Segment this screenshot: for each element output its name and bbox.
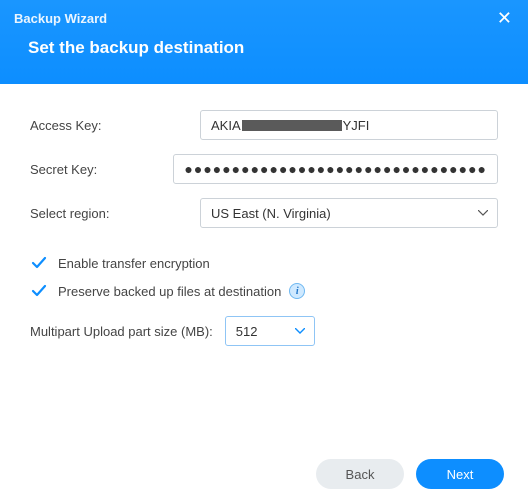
dialog-body: Access Key: AKIA YJFI Secret Key: ●●●●●●●…: [0, 84, 528, 346]
multipart-row: Multipart Upload part size (MB): 512: [30, 316, 498, 346]
access-key-suffix: YJFI: [343, 118, 370, 133]
preserve-label: Preserve backed up files at destination: [58, 284, 281, 299]
preserve-option-row: Preserve backed up files at destination …: [30, 282, 498, 300]
multipart-value: 512: [236, 324, 258, 339]
info-icon[interactable]: i: [289, 283, 305, 299]
check-icon: [31, 255, 47, 271]
region-value: US East (N. Virginia): [211, 206, 331, 221]
encrypt-checkbox[interactable]: [30, 254, 48, 272]
step-title: Set the backup destination: [0, 28, 528, 58]
close-icon[interactable]: ✕: [493, 7, 516, 29]
region-label: Select region:: [30, 206, 200, 221]
region-row: Select region: US East (N. Virginia): [30, 198, 498, 228]
secret-key-value: ●●●●●●●●●●●●●●●●●●●●●●●●●●●●●●●●: [184, 161, 487, 177]
access-key-row: Access Key: AKIA YJFI: [30, 110, 498, 140]
access-key-label: Access Key:: [30, 118, 200, 133]
multipart-label: Multipart Upload part size (MB):: [30, 324, 213, 339]
encrypt-option-row: Enable transfer encryption: [30, 254, 498, 272]
secret-key-input[interactable]: ●●●●●●●●●●●●●●●●●●●●●●●●●●●●●●●●: [173, 154, 498, 184]
redacted-block: [242, 120, 342, 131]
next-button[interactable]: Next: [416, 459, 504, 489]
secret-key-row: Secret Key: ●●●●●●●●●●●●●●●●●●●●●●●●●●●●…: [30, 154, 498, 184]
encrypt-label: Enable transfer encryption: [58, 256, 210, 271]
dialog-footer: Back Next: [0, 446, 528, 502]
access-key-prefix: AKIA: [211, 118, 241, 133]
preserve-checkbox[interactable]: [30, 282, 48, 300]
check-icon: [31, 283, 47, 299]
region-select[interactable]: US East (N. Virginia): [200, 198, 498, 228]
secret-key-label: Secret Key:: [30, 162, 173, 177]
wizard-title: Backup Wizard: [14, 11, 107, 26]
multipart-select[interactable]: 512: [225, 316, 315, 346]
back-button[interactable]: Back: [316, 459, 404, 489]
dialog-header: Backup Wizard ✕ Set the backup destinati…: [0, 0, 528, 84]
access-key-input[interactable]: AKIA YJFI: [200, 110, 498, 140]
